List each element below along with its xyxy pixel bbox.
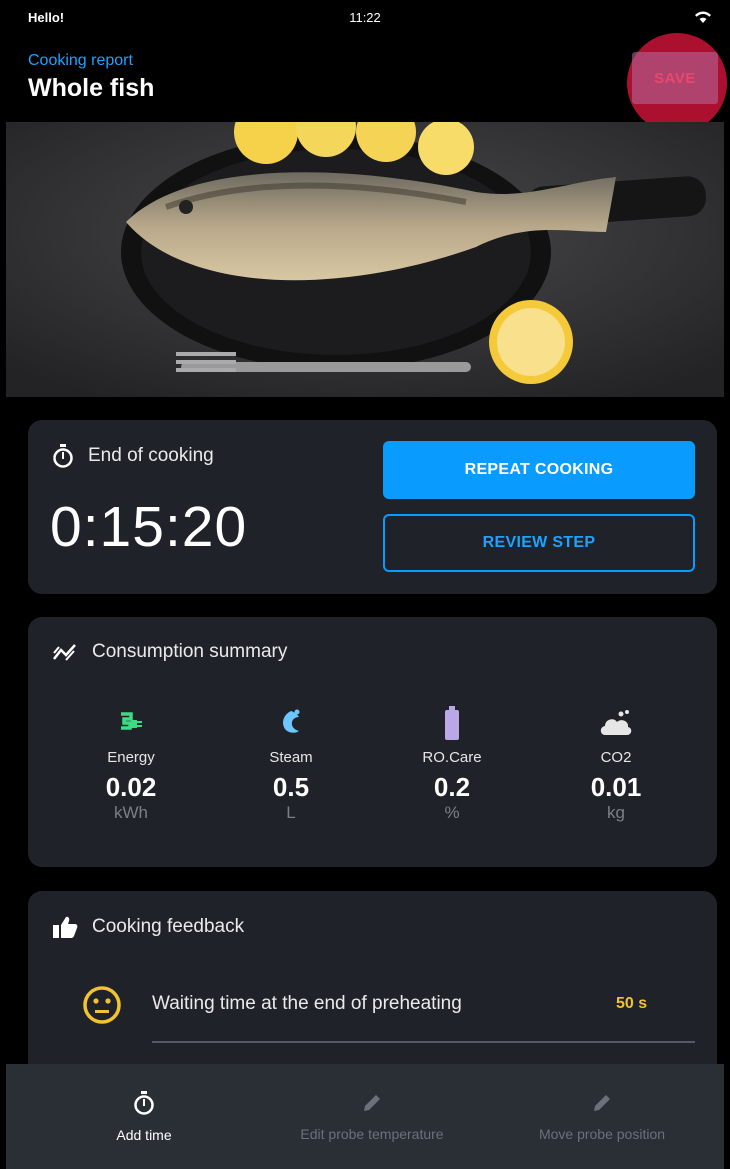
edit-probe-temperature-label: Edit probe temperature	[300, 1125, 444, 1142]
metric-co2: CO2 0.01 kg	[546, 707, 686, 823]
metric-value: 0.02	[105, 772, 157, 802]
plug-icon	[121, 712, 142, 730]
steam-icon	[283, 709, 300, 733]
pencil-icon	[364, 1094, 380, 1111]
metric-label: Energy	[107, 749, 155, 766]
header: Cooking report Whole fish	[0, 34, 730, 122]
consumption-metrics: Energy 0.02 kWh Steam 0.5 L RO.Care 0.2 …	[28, 706, 717, 847]
metric-label: RO.Care	[422, 749, 482, 766]
feedback-value: 50 s	[616, 995, 648, 1012]
metric-unit: kWh	[114, 803, 148, 822]
bottom-action-bar: Add time Edit probe temperature Move pro…	[6, 1064, 724, 1169]
timer-icon	[53, 444, 73, 468]
timer-icon	[134, 1090, 154, 1115]
end-of-cooking-header: End of cooking	[52, 444, 214, 468]
cooking-duration: 0:15:20	[50, 495, 248, 559]
feedback-text: Waiting time at the end of preheating	[152, 993, 462, 1014]
add-time-label: Add time	[116, 1126, 172, 1143]
fish-image	[6, 122, 724, 397]
metric-unit: %	[444, 803, 460, 822]
move-probe-position-label: Move probe position	[538, 1125, 666, 1142]
smiley-icon	[83, 986, 121, 1024]
divider	[152, 1041, 695, 1043]
metric-value: 0.2	[433, 772, 471, 802]
thumbs-up-icon	[53, 916, 78, 938]
metric-unit: L	[286, 803, 296, 822]
metric-unit: kg	[607, 803, 625, 822]
edit-probe-temperature-button[interactable]: Edit probe temperature	[252, 1064, 492, 1169]
pencil-icon	[594, 1094, 610, 1111]
page-subtitle: Cooking report	[28, 52, 133, 69]
dish-photo	[6, 122, 724, 397]
chart-trend-icon	[53, 644, 76, 661]
consumption-summary-card: Consumption summary Energy 0.02 kWh Stea…	[28, 617, 717, 867]
clock: 11:22	[349, 10, 381, 25]
battery-icon	[445, 706, 459, 740]
cooking-feedback-header: Cooking feedback	[52, 915, 244, 939]
move-probe-position-button[interactable]: Move probe position	[482, 1064, 722, 1169]
review-step-button[interactable]: REVIEW STEP	[383, 514, 695, 572]
end-of-cooking-label: End of cooking	[88, 445, 214, 466]
repeat-cooking-button[interactable]: REPEAT COOKING	[383, 441, 695, 499]
cloud-icon	[600, 710, 632, 735]
end-of-cooking-card: End of cooking 0:15:20 REPEAT COOKING RE…	[28, 420, 717, 594]
consumption-summary-header: Consumption summary	[52, 641, 287, 663]
metric-label: CO2	[600, 749, 632, 766]
page-title: Whole fish	[28, 74, 155, 102]
consumption-summary-label: Consumption summary	[92, 641, 288, 662]
metric-ro-care: RO.Care 0.2 %	[382, 706, 522, 823]
metric-value: 0.5	[272, 772, 310, 802]
metric-energy: Energy 0.02 kWh	[61, 707, 201, 823]
add-time-button[interactable]: Add time	[24, 1064, 264, 1169]
metric-steam: Steam 0.5 L	[221, 707, 361, 823]
feedback-item[interactable]: Waiting time at the end of preheating 50…	[28, 977, 717, 1037]
cooking-feedback-label: Cooking feedback	[92, 916, 245, 937]
metric-value: 0.01	[590, 772, 642, 802]
cooking-feedback-card: Cooking feedback Waiting time at the end…	[28, 891, 717, 1091]
save-button[interactable]: SAVE	[632, 52, 718, 104]
metric-label: Steam	[269, 749, 313, 766]
